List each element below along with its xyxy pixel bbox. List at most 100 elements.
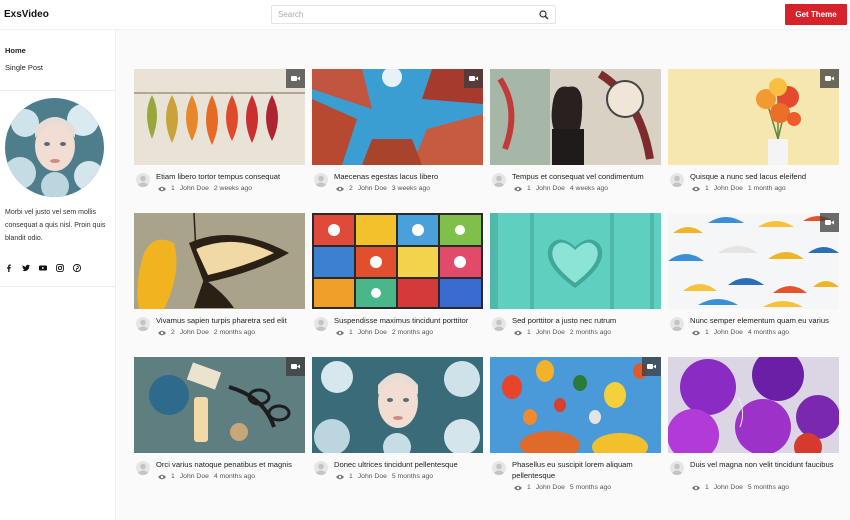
author-name[interactable]: John Doe [358, 185, 387, 192]
video-title[interactable]: Etiam libero tortor tempus consequat [156, 171, 306, 182]
video-card[interactable]: Duis vel magna non velit tincidunt fauci… [668, 357, 839, 493]
video-title[interactable]: Suspendisse maximus tincidunt porttitor [334, 315, 484, 326]
video-card[interactable]: Quisque a nunc sed lacus eleifend 1 John… [668, 69, 839, 205]
video-thumbnail[interactable] [668, 69, 839, 165]
video-title[interactable]: Quisque a nunc sed lacus eleifend [690, 171, 840, 182]
view-count: 2 [171, 329, 175, 336]
author-avatar [492, 317, 506, 331]
video-title[interactable]: Tempus et consequat vel condimentum [512, 171, 662, 182]
video-stats: 1 John Doe 1 month ago [692, 185, 786, 192]
video-title[interactable]: Duis vel magna non velit tincidunt fauci… [690, 459, 840, 470]
author-avatar [670, 173, 684, 187]
author-name[interactable]: John Doe [180, 185, 209, 192]
video-stats: 1 John Doe 4 weeks ago [514, 185, 608, 192]
sidebar-item-single-post[interactable]: Single Post [5, 63, 43, 72]
twitter-icon[interactable] [22, 264, 30, 272]
video-title[interactable]: Nunc semper elementum quam eu varius [690, 315, 840, 326]
video-card[interactable]: Orci varius natoque penatibus et magnis … [134, 357, 305, 493]
post-date: 4 months ago [747, 329, 790, 336]
video-card[interactable]: Donec ultrices tincidunt pellentesque 1 … [312, 357, 483, 493]
author-name[interactable]: John Doe [358, 473, 387, 480]
sidebar-item-home[interactable]: Home [5, 46, 26, 55]
video-camera-icon [647, 364, 656, 369]
view-count: 1 [527, 329, 531, 336]
video-thumbnail[interactable] [312, 69, 483, 165]
author-name[interactable]: John Doe [180, 329, 209, 336]
video-card[interactable]: Suspendisse maximus tincidunt porttitor … [312, 213, 483, 349]
video-card[interactable]: Sed porttitor a justo nec rutrum 1 John … [490, 213, 661, 349]
search-input[interactable]: Search [271, 5, 556, 24]
video-card[interactable]: Phasellus eu suscipit lorem aliquam pell… [490, 357, 661, 493]
video-meta: Maecenas egestas lacus libero 2 John Doe… [312, 165, 483, 205]
pinterest-icon[interactable] [73, 264, 81, 272]
top-header: ExsVideo Search Get Theme [0, 0, 850, 30]
video-thumbnail[interactable] [312, 213, 483, 309]
view-count: 2 [349, 185, 353, 192]
video-badge [286, 357, 305, 376]
video-thumbnail[interactable] [134, 213, 305, 309]
video-stats: 1 John Doe 5 months ago [692, 484, 789, 491]
eye-icon [692, 330, 700, 335]
post-date: 4 months ago [213, 473, 256, 480]
site-logo[interactable]: ExsVideo [4, 9, 49, 20]
video-thumbnail[interactable] [668, 357, 839, 453]
video-card[interactable]: Nunc semper elementum quam eu varius 1 J… [668, 213, 839, 349]
video-thumbnail[interactable] [490, 69, 661, 165]
video-title[interactable]: Donec ultrices tincidunt pellentesque [334, 459, 484, 470]
facebook-icon[interactable] [5, 264, 13, 272]
video-meta: Vivamus sapien turpis pharetra sed elit … [134, 309, 305, 349]
post-date: 2 weeks ago [213, 185, 253, 192]
youtube-icon[interactable] [39, 264, 47, 272]
video-stats: 1 John Doe 5 months ago [336, 473, 433, 480]
author-avatar [492, 461, 506, 475]
video-title[interactable]: Sed porttitor a justo nec rutrum [512, 315, 662, 326]
video-title[interactable]: Maecenas egestas lacus libero [334, 171, 484, 182]
sidebar-divider [0, 286, 116, 287]
video-card[interactable]: Vivamus sapien turpis pharetra sed elit … [134, 213, 305, 349]
video-thumbnail[interactable] [134, 69, 305, 165]
video-card[interactable]: Maecenas egestas lacus libero 2 John Doe… [312, 69, 483, 205]
video-card[interactable]: Etiam libero tortor tempus consequat 1 J… [134, 69, 305, 205]
video-camera-icon [469, 76, 478, 81]
author-avatar [314, 173, 328, 187]
author-name[interactable]: John Doe [714, 185, 743, 192]
video-title[interactable]: Phasellus eu suscipit lorem aliquam pell… [512, 459, 662, 481]
post-date: 3 weeks ago [391, 185, 431, 192]
author-name[interactable]: John Doe [180, 473, 209, 480]
search-icon[interactable] [539, 10, 549, 20]
video-meta: Orci varius natoque penatibus et magnis … [134, 453, 305, 493]
video-badge [820, 213, 839, 232]
video-camera-icon [825, 76, 834, 81]
video-title[interactable]: Vivamus sapien turpis pharetra sed elit [156, 315, 306, 326]
eye-icon [158, 330, 166, 335]
sidebar-bio: Morbi vel justo vel sem mollis consequat… [5, 209, 106, 242]
video-thumbnail[interactable] [312, 357, 483, 453]
author-name[interactable]: John Doe [714, 484, 743, 491]
eye-icon [158, 474, 166, 479]
view-count: 1 [171, 185, 175, 192]
post-date: 2 months ago [391, 329, 434, 336]
social-links [5, 264, 81, 272]
author-name[interactable]: John Doe [536, 484, 565, 491]
eye-icon [692, 485, 700, 490]
video-thumbnail[interactable] [490, 357, 661, 453]
post-date: 5 months ago [569, 484, 612, 491]
video-thumbnail[interactable] [668, 213, 839, 309]
video-card[interactable]: Tempus et consequat vel condimentum 1 Jo… [490, 69, 661, 205]
author-name[interactable]: John Doe [714, 329, 743, 336]
video-meta: Duis vel magna non velit tincidunt fauci… [668, 453, 839, 493]
video-title[interactable]: Orci varius natoque penatibus et magnis [156, 459, 306, 470]
author-name[interactable]: John Doe [358, 329, 387, 336]
video-stats: 2 John Doe 2 months ago [158, 329, 255, 336]
video-meta: Quisque a nunc sed lacus eleifend 1 John… [668, 165, 839, 205]
instagram-icon[interactable] [56, 264, 64, 272]
get-theme-button[interactable]: Get Theme [785, 4, 847, 25]
post-date: 5 months ago [747, 484, 790, 491]
video-thumbnail[interactable] [490, 213, 661, 309]
author-name[interactable]: John Doe [536, 329, 565, 336]
sidebar: Home Single Post Morbi vel justo vel sem… [0, 30, 116, 520]
author-avatar [314, 317, 328, 331]
author-avatar [670, 317, 684, 331]
author-name[interactable]: John Doe [536, 185, 565, 192]
video-thumbnail[interactable] [134, 357, 305, 453]
